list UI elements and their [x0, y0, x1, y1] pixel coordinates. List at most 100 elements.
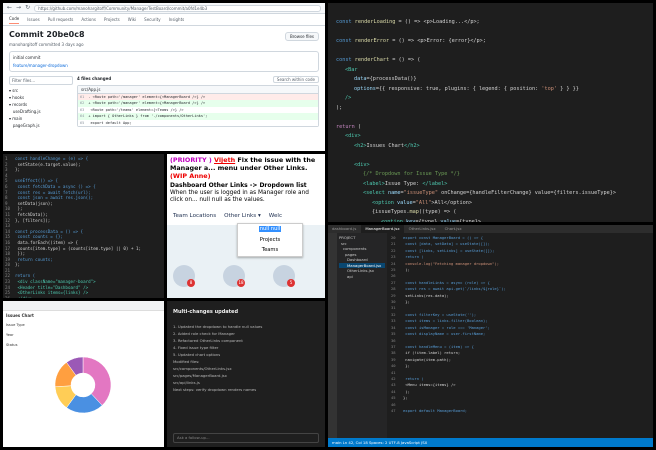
code-text: const res = await api.get(`/links/${role… — [403, 286, 506, 292]
code-text: export const ManagerBoard = () => { — [403, 235, 484, 240]
code-text: export default ManagerBoard; — [403, 407, 468, 413]
file-tree-item[interactable]: ▾ records — [9, 101, 73, 108]
browse-files-button[interactable]: Browse files — [284, 32, 319, 41]
code-text: }; — [15, 206, 23, 212]
editor-tab[interactable]: OtherLinks.jsx — [404, 225, 440, 233]
repo-tab-pull-requests[interactable]: Pull requests — [48, 17, 74, 22]
code-line: <div> — [336, 161, 653, 171]
diff-line: 65 export default App; — [78, 119, 318, 127]
repo-tab-code[interactable]: Code — [9, 16, 20, 24]
code-token: value — [397, 199, 413, 206]
dropdown-item-teams[interactable]: Teams — [238, 245, 302, 256]
dropdown-item-null[interactable]: null null — [258, 226, 282, 232]
code-text: }, [filters]); — [15, 217, 51, 223]
code-token: options — [354, 85, 376, 92]
code-text: <div className="manager-board"> — [15, 279, 96, 285]
file-tree-item[interactable]: useDrafting.js — [9, 108, 73, 115]
stat-circle[interactable]: 5 — [273, 265, 295, 287]
editor-tabs: dashboard.js ManagerBoard.jsx OtherLinks.j… — [328, 225, 653, 233]
chat-line: Next steps: verify dropdown renders name… — [173, 387, 257, 393]
code-token: ={processData()} — [366, 76, 417, 82]
code-line: return ( — [336, 123, 653, 133]
stat-badge: 5 — [287, 279, 295, 287]
stat-circle[interactable]: 8 — [173, 265, 195, 287]
nav-team-locations[interactable]: Team Locations — [173, 213, 216, 220]
code-line: {issueTypes.map((type) => ( — [336, 208, 653, 218]
code-text: return ( — [15, 273, 36, 279]
code-text: }; — [403, 363, 410, 369]
repo-tab-wiki[interactable]: Wiki — [128, 17, 136, 22]
code-token: /> — [345, 95, 352, 101]
code-line: 26 </div> — [5, 296, 164, 298]
code-token: <option — [372, 199, 397, 206]
code-text: const [links, setLinks] = useState([]); — [403, 247, 495, 253]
code-line: <Bar — [336, 66, 653, 76]
explorer-item[interactable]: api — [339, 274, 385, 280]
assignee-name: Vijeth — [214, 156, 236, 164]
code-text: setLinks(res.data); — [403, 292, 449, 298]
reload-icon[interactable]: ↻ — [25, 4, 30, 12]
code-line: <h2>Issues Chart</h2> — [336, 142, 653, 152]
code-text: const [data, setData] = useState([]); — [403, 241, 490, 247]
code-line: {/* Dropdown for Issue Type */} — [336, 170, 653, 180]
forward-icon[interactable]: → — [16, 4, 21, 12]
repo-tab-security[interactable]: Security — [144, 17, 160, 22]
other-links-dropdown: null null Projects Teams — [237, 223, 303, 257]
code-text: </div> — [15, 296, 33, 298]
code-token: const — [336, 57, 355, 63]
code-text: return ( — [403, 254, 424, 260]
repo-tab-insights[interactable]: Insights — [169, 17, 185, 22]
github-commit-panel: ← → ↻ https://github.com/manohargitoff/C… — [3, 3, 325, 151]
chat-line: src/components/OtherLinks.jsx — [173, 366, 232, 372]
code-token: = () => ( — [389, 57, 421, 63]
code-text: ); — [403, 388, 410, 394]
code-text: useEffect(() => { — [15, 178, 58, 184]
vscode-window: dashboard.js ManagerBoard.jsx OtherLinks.j… — [328, 225, 653, 447]
task-panel: (PRIORITY ) Vijeth Fix the issue with th… — [167, 154, 325, 298]
editor-tab[interactable]: ManagerBoard.jsx — [361, 225, 404, 233]
file-tree-item[interactable]: ▾ main — [9, 115, 73, 122]
code-line: data={processData()} — [336, 75, 653, 85]
nav-other-links[interactable]: Other Links ▾ — [224, 213, 261, 220]
code-search-input[interactable]: Search within code — [272, 76, 319, 83]
stat-circle[interactable]: 18 — [223, 265, 245, 287]
chat-line: 4. Fixed issue type filter — [173, 345, 219, 351]
code-text: const displayName = user.firstName; — [403, 331, 486, 337]
code-token: "All" — [415, 199, 432, 206]
filter-files-input[interactable]: Filter files... — [9, 76, 73, 85]
code-text: const fetchData = async () => { — [15, 183, 96, 189]
editor-tab[interactable]: Chart.jsx — [440, 225, 466, 233]
code-line: 17 counts[item.type] = (counts[item.type… — [5, 246, 164, 252]
repo-tab-projects[interactable]: Projects — [104, 17, 120, 22]
code-text: navigate(item.path); — [403, 356, 452, 362]
code-text: setState(e.target.value); — [15, 161, 81, 167]
editor-tab[interactable]: dashboard.js — [328, 225, 361, 233]
code-text: fetchData(); — [15, 211, 48, 217]
task-subtitle: Dashboard Other Links -> Dropdown list — [170, 182, 307, 189]
code-line: const renderLoading = () => <p>Loading..… — [336, 18, 653, 28]
wip-tag: (WIP Anne) — [170, 172, 211, 180]
stat-badge: 18 — [237, 279, 245, 287]
diff-file-header[interactable]: src/App.js — [78, 86, 318, 94]
chat-input[interactable]: Ask a follow-up... — [173, 433, 319, 443]
code-token: {issueTypes. — [372, 209, 410, 215]
address-bar[interactable]: https://github.com/manohargitoff/Communi… — [34, 4, 321, 12]
back-icon[interactable]: ← — [7, 4, 12, 12]
file-tree-item[interactable]: ▾ src — [9, 87, 73, 94]
code-token: renderLoading — [354, 19, 396, 25]
line-number: 62 — [80, 101, 85, 106]
commit-branch[interactable]: feature/manager-dropdown — [13, 63, 315, 68]
repo-tab-actions[interactable]: Actions — [81, 17, 96, 22]
file-tree-item[interactable]: pageGraph.js — [9, 122, 73, 129]
explorer-sidebar: PROJECT src components pages Dashboard Manage… — [337, 233, 387, 438]
file-tree-item[interactable]: ▾ hooks — [9, 94, 73, 101]
code-token: <div> — [354, 161, 370, 168]
chat-line: src/pages/ManagerBoard.jsx — [173, 373, 227, 379]
chat-message: 1. Updated the dropdown to handle null v… — [167, 323, 325, 393]
dropdown-item-projects[interactable]: Projects — [238, 235, 302, 246]
repo-tab-issues[interactable]: Issues — [27, 17, 39, 22]
code-line: const renderError = () => <p>Error: {err… — [336, 37, 653, 47]
code-token: const — [336, 19, 355, 25]
